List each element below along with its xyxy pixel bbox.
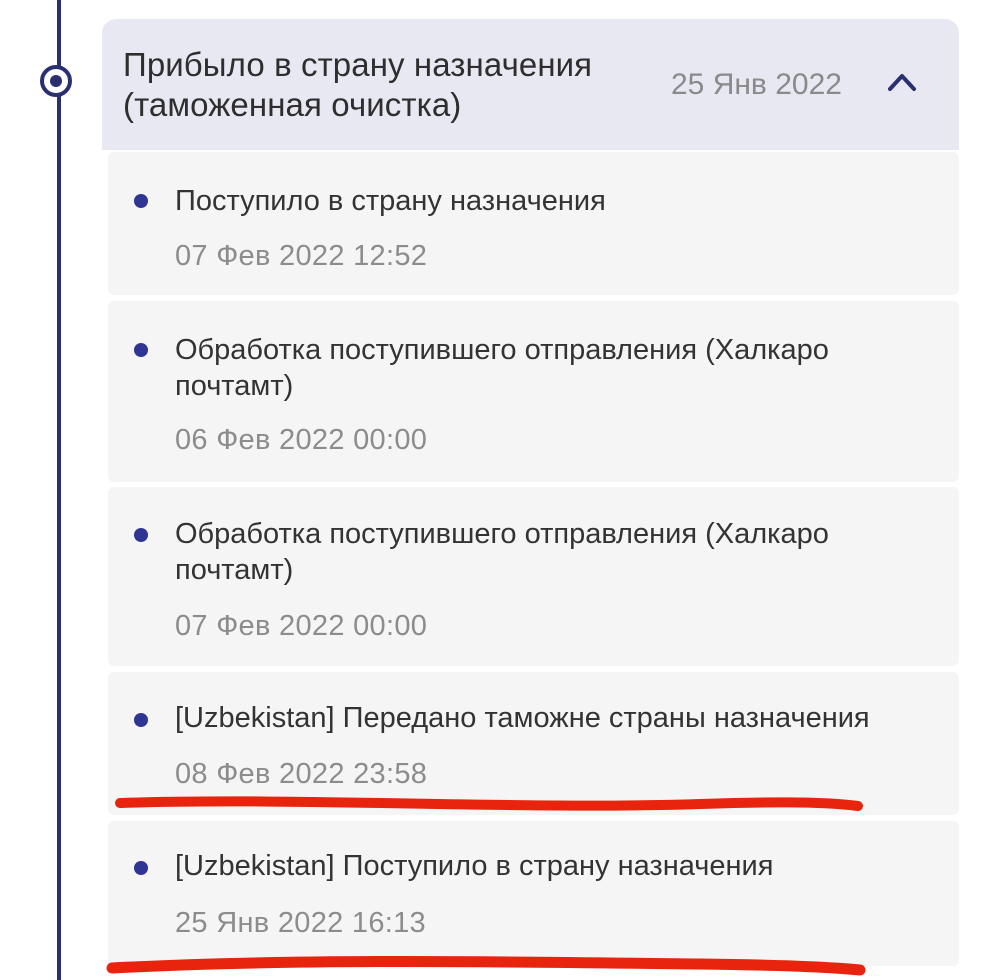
bullet-icon — [134, 194, 148, 208]
timeline-line — [57, 0, 61, 980]
event-description: [Uzbekistan] Передано таможне страны наз… — [175, 702, 870, 734]
event-item: Обработка поступившего отправления (Халк… — [108, 487, 959, 666]
timeline-node-dot — [50, 75, 62, 87]
event-description: [Uzbekistan] Поступило в страну назначен… — [175, 850, 774, 882]
bullet-icon — [134, 528, 148, 542]
event-item: Обработка поступившего отправления (Халк… — [108, 301, 959, 482]
bullet-icon — [134, 713, 148, 727]
event-description: Обработка поступившего отправления (Халк… — [175, 334, 829, 402]
event-time: 06 Фев 2022 00:00 — [175, 424, 428, 456]
event-time: 07 Фев 2022 12:52 — [175, 240, 428, 272]
event-item: [Uzbekistan] Поступило в страну назначен… — [108, 821, 959, 966]
tracking-timeline: Прибыло в страну назначения (таможенная … — [0, 0, 1000, 980]
event-description: Обработка поступившего отправления (Халк… — [175, 518, 829, 586]
event-time: 08 Фев 2022 23:58 — [175, 758, 428, 790]
event-item: [Uzbekistan] Передано таможне страны наз… — [108, 672, 959, 815]
event-time: 25 Янв 2022 16:13 — [175, 907, 426, 939]
event-description: Поступило в страну назначения — [175, 185, 606, 217]
chevron-up-icon[interactable] — [887, 71, 917, 93]
event-time: 07 Фев 2022 00:00 — [175, 610, 428, 642]
group-date: 25 Янв 2022 — [671, 68, 842, 101]
event-item: Поступило в страну назначения 07 Фев 202… — [108, 152, 959, 295]
group-header[interactable]: Прибыло в страну назначения (таможенная … — [102, 19, 959, 150]
group-title: Прибыло в страну назначения (таможенная … — [123, 46, 593, 123]
bullet-icon — [134, 861, 148, 875]
timeline-node-icon — [40, 65, 72, 97]
bullet-icon — [134, 343, 148, 357]
